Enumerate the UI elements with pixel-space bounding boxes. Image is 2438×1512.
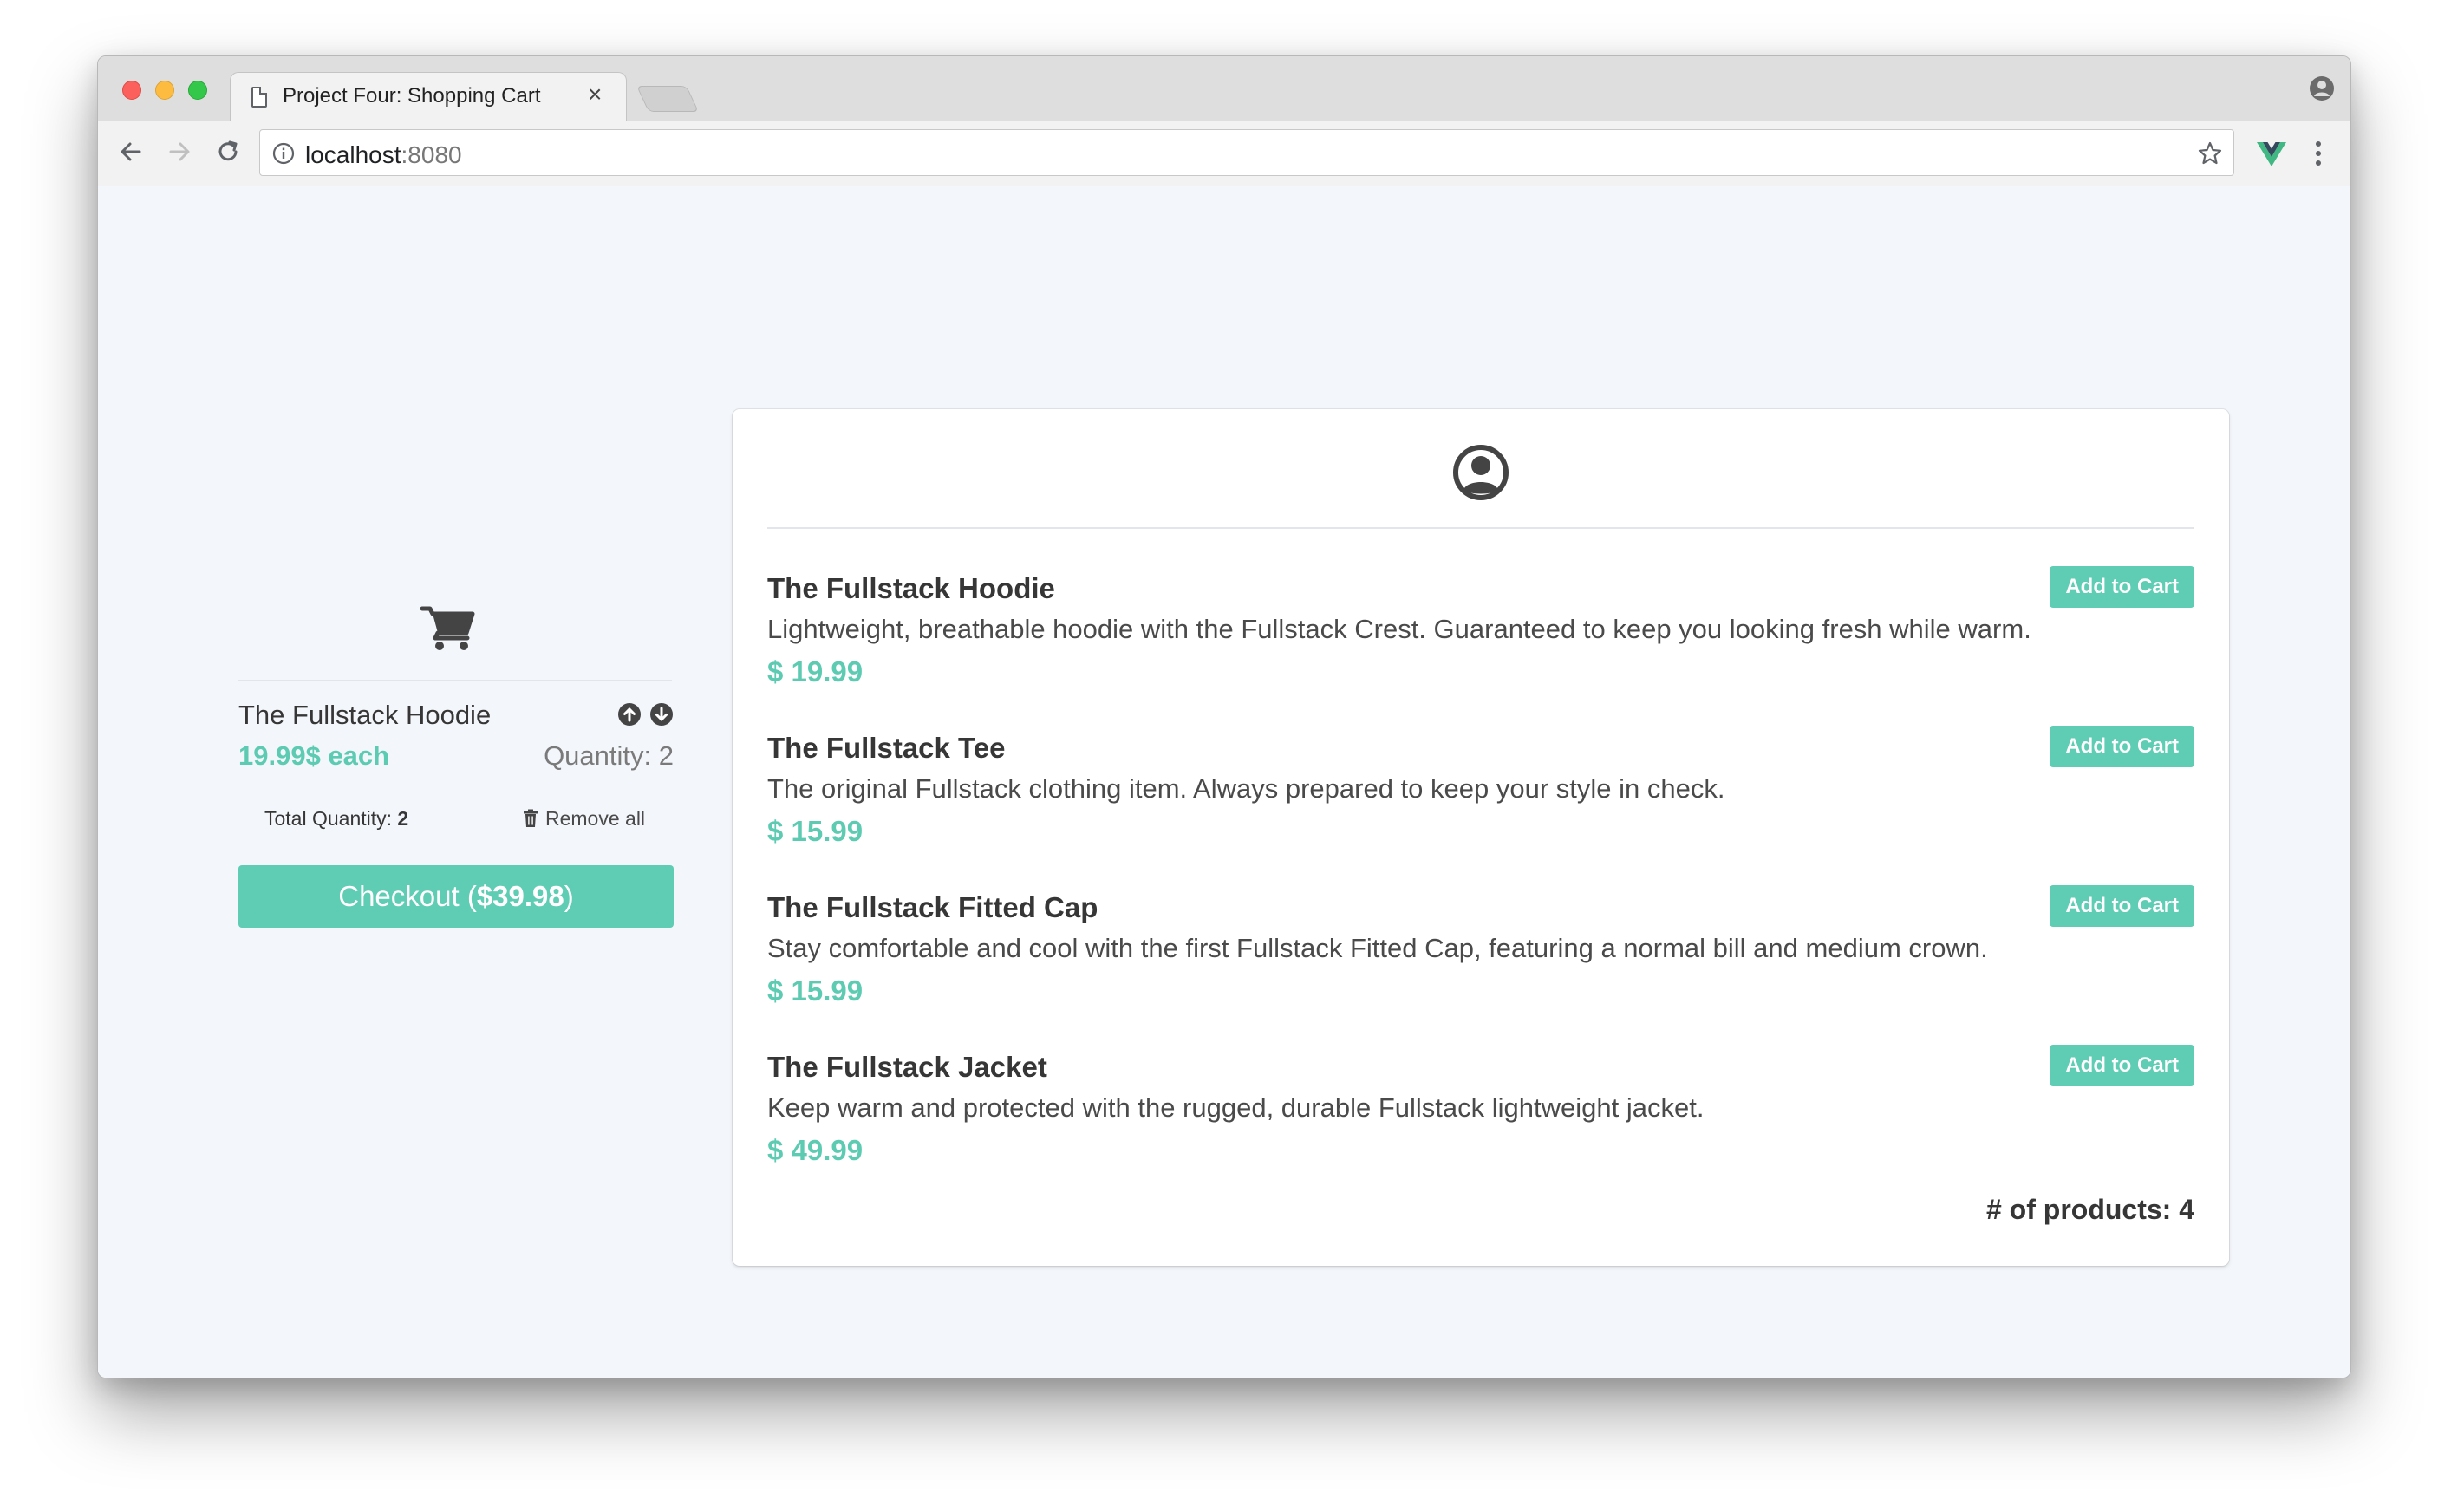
checkout-total: $39.98 [476,880,564,912]
tab-title: Project Four: Shopping Cart [283,84,541,108]
browser-tab[interactable]: Project Four: Shopping Cart × [230,72,627,122]
url-host: localhost [305,141,401,168]
panel-divider [767,527,2194,529]
product-item: The Fullstack Hoodie Lightweight, breath… [767,566,2194,720]
arrow-circle-up-icon[interactable] [617,702,642,727]
add-to-cart-button[interactable]: Add to Cart [2050,1045,2194,1086]
vue-devtools-icon[interactable] [2257,141,2286,167]
total-quantity-value: 2 [397,807,409,830]
minimize-window-button[interactable] [155,81,174,100]
checkout-label: Checkout ( [338,880,477,912]
total-quantity-label: Total Quantity: [264,807,393,830]
product-description: Stay comfortable and cool with the first… [767,933,1988,963]
add-to-cart-button[interactable]: Add to Cart [2050,726,2194,767]
cart-item-title: The Fullstack Hoodie [238,700,492,730]
reload-icon[interactable] [211,134,245,169]
document-icon [251,87,267,108]
product-name: The Fullstack Jacket [767,1051,1047,1083]
product-list-panel: The Fullstack Hoodie Lightweight, breath… [733,409,2229,1266]
product-item: The Fullstack Tee The original Fullstack… [767,726,2194,879]
url-text: localhost:8080 [305,141,462,169]
forward-arrow-icon[interactable] [162,134,197,169]
close-window-button[interactable] [122,81,141,100]
add-to-cart-button[interactable]: Add to Cart [2050,885,2194,927]
remove-all-button[interactable]: Remove all [523,807,645,831]
arrow-circle-down-icon[interactable] [649,702,674,727]
user-circle-icon[interactable] [1452,444,1509,501]
tab-strip: Project Four: Shopping Cart × [98,56,2350,122]
checkout-suffix: ) [564,880,574,912]
tab-close-button[interactable]: × [588,81,602,108]
address-bar[interactable]: localhost:8080 [259,129,2234,176]
zoom-window-button[interactable] [188,81,207,100]
product-item: The Fullstack Fitted Cap Stay comfortabl… [767,885,2194,1039]
shopping-cart-icon [420,606,475,650]
cart-item-price: 19.99$ each [238,740,390,771]
product-count: # of products: 4 [1985,1194,2194,1225]
product-price: $ 15.99 [767,974,864,1007]
product-name: The Fullstack Fitted Cap [767,891,1098,923]
quantity-label: Quantity: [544,740,652,771]
checkout-button[interactable]: Checkout ($39.98) [238,865,674,928]
profile-icon[interactable] [2309,75,2335,101]
product-price: $ 19.99 [767,655,864,688]
cart-item-quantity: Quantity: 2 [544,740,674,772]
browser-window: Project Four: Shopping Cart × localhost:… [97,55,2351,1378]
product-name: The Fullstack Tee [767,732,1006,764]
product-name: The Fullstack Hoodie [767,572,1055,604]
product-price: $ 49.99 [767,1134,864,1166]
star-icon[interactable] [2197,140,2223,166]
remove-all-label: Remove all [545,807,646,830]
browser-toolbar: localhost:8080 [98,121,2350,186]
back-arrow-icon[interactable] [114,134,148,169]
product-description: Lightweight, breathable hoodie with the … [767,614,2031,644]
info-icon[interactable] [272,142,295,165]
cart-divider [238,680,672,681]
product-description: Keep warm and protected with the rugged,… [767,1092,1705,1123]
page-content: The Fullstack Hoodie 19.99$ each Quantit… [98,187,2350,1378]
url-port: :8080 [401,141,462,168]
quantity-value: 2 [658,740,674,771]
trash-icon [524,809,538,827]
add-to-cart-button[interactable]: Add to Cart [2050,566,2194,608]
menu-dots-icon[interactable] [2314,140,2323,167]
product-price: $ 15.99 [767,815,864,847]
product-item: The Fullstack Jacket Keep warm and prote… [767,1045,2194,1198]
new-tab-button[interactable] [636,86,699,112]
product-description: The original Fullstack clothing item. Al… [767,773,1725,804]
total-quantity: Total Quantity: 2 [264,807,408,831]
